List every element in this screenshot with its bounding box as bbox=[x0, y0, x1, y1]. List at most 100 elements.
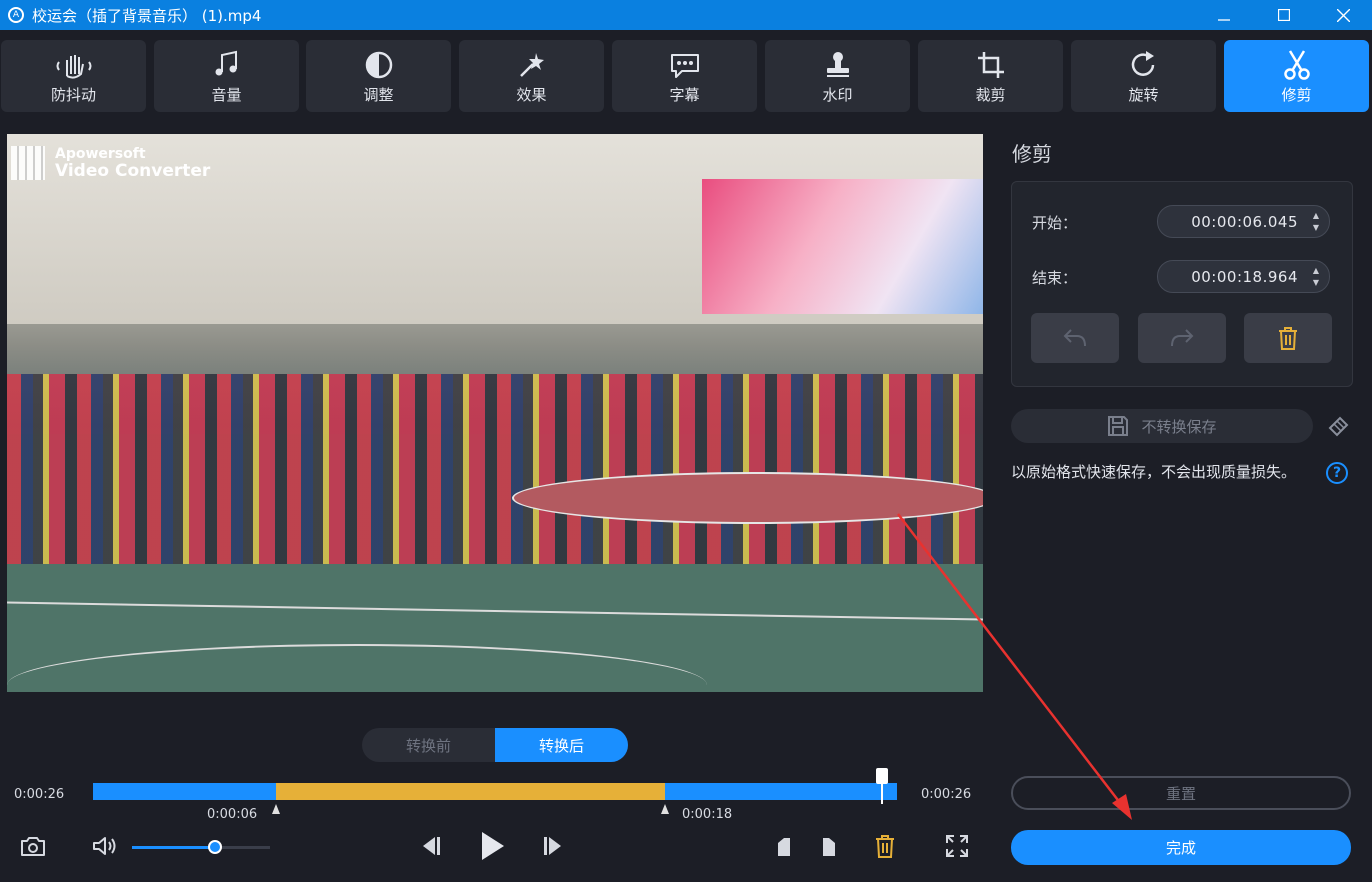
film-strip-icon bbox=[11, 146, 45, 180]
previous-frame-button[interactable] bbox=[416, 832, 444, 860]
total-time: 0:00:26 bbox=[921, 787, 972, 802]
mark-in-icon bbox=[778, 838, 790, 856]
tab-effects[interactable]: 效果 bbox=[459, 40, 604, 112]
tab-subtitles[interactable]: 字幕 bbox=[612, 40, 757, 112]
volume-button[interactable] bbox=[90, 832, 120, 860]
tab-label: 水印 bbox=[822, 85, 853, 104]
minimize-button[interactable] bbox=[1194, 0, 1254, 30]
mark-out-icon bbox=[823, 838, 835, 856]
step-forward-icon bbox=[544, 837, 561, 855]
tab-adjust[interactable]: 调整 bbox=[306, 40, 451, 112]
camera-icon bbox=[21, 837, 45, 856]
volume-slider-knob[interactable] bbox=[207, 840, 222, 854]
start-marker-time: 0:00:06 bbox=[207, 807, 258, 822]
close-button[interactable] bbox=[1313, 0, 1372, 30]
window-title: 校运会（插了背景音乐） (1).mp4 bbox=[32, 6, 262, 25]
brush-settings-button[interactable] bbox=[1326, 413, 1352, 439]
magic-wand-icon bbox=[519, 52, 544, 77]
video-scene-court-circle bbox=[512, 472, 983, 524]
done-button[interactable]: 完成 bbox=[1011, 830, 1351, 865]
delete-segment-button[interactable] bbox=[872, 831, 898, 861]
music-note-icon bbox=[215, 50, 237, 75]
maximize-button[interactable] bbox=[1254, 0, 1314, 30]
timeline-track[interactable] bbox=[93, 783, 897, 800]
stabilize-hand-icon bbox=[56, 54, 91, 79]
snapshot-button[interactable] bbox=[18, 832, 48, 860]
edit-toolbar: 防抖动 音量 调整 效果 字幕 水印 裁剪 旋转 修剪 bbox=[0, 38, 1372, 114]
undo-icon bbox=[1063, 329, 1086, 347]
start-label: 开始： bbox=[1032, 214, 1078, 232]
spinner-arrows-icon[interactable]: ▲ ▼ bbox=[1313, 265, 1319, 289]
trash-icon bbox=[1279, 327, 1297, 350]
stamp-icon bbox=[826, 51, 849, 77]
end-marker-time: 0:00:18 bbox=[682, 807, 733, 822]
playhead-handle[interactable] bbox=[876, 768, 888, 784]
video-scene-crowd bbox=[7, 374, 983, 564]
trim-start-handle[interactable] bbox=[272, 804, 281, 814]
rotate-icon bbox=[1131, 50, 1154, 76]
preview-toggle: 转换前 转换后 bbox=[362, 728, 628, 762]
help-icon[interactable]: ? bbox=[1326, 462, 1348, 484]
volume-slider-fill bbox=[132, 846, 215, 849]
start-time-value: 00:00:06.045 bbox=[1191, 212, 1298, 231]
fullscreen-button[interactable] bbox=[943, 832, 971, 860]
minimize-icon bbox=[1218, 19, 1230, 21]
end-label: 结束： bbox=[1032, 269, 1078, 287]
watermark-line1: Apowersoft bbox=[55, 146, 146, 162]
redo-icon bbox=[1171, 329, 1194, 347]
tab-volume[interactable]: 音量 bbox=[154, 40, 299, 112]
tab-label: 效果 bbox=[516, 85, 547, 104]
maximize-icon bbox=[1278, 9, 1290, 21]
speaker-icon bbox=[93, 837, 116, 855]
tab-trim[interactable]: 修剪 bbox=[1224, 40, 1369, 112]
play-button[interactable] bbox=[476, 829, 508, 863]
close-icon bbox=[1336, 8, 1350, 22]
trash-icon bbox=[876, 835, 894, 858]
end-time-value: 00:00:18.964 bbox=[1191, 267, 1298, 286]
save-without-convert-button[interactable]: 不转换保存 bbox=[1011, 409, 1313, 443]
watermark-line2: Video Converter bbox=[55, 161, 211, 181]
tab-label: 防抖动 bbox=[50, 85, 96, 104]
end-time-spinner[interactable]: 00:00:18.964 ▲ ▼ bbox=[1157, 260, 1330, 293]
app-logo-icon: A bbox=[8, 7, 24, 23]
fullscreen-icon bbox=[946, 835, 968, 857]
reset-button[interactable]: 重置 bbox=[1011, 776, 1351, 810]
scissors-icon bbox=[1283, 49, 1310, 80]
tab-label: 字幕 bbox=[669, 85, 700, 104]
clear-button[interactable] bbox=[1244, 313, 1332, 363]
video-preview[interactable]: Apowersoft Video Converter bbox=[7, 134, 983, 692]
set-start-button[interactable] bbox=[774, 835, 794, 859]
redo-button[interactable] bbox=[1138, 313, 1226, 363]
play-icon bbox=[482, 832, 504, 860]
brush-icon bbox=[1328, 416, 1349, 437]
start-time-spinner[interactable]: 00:00:06.045 ▲ ▼ bbox=[1157, 205, 1330, 238]
crop-icon bbox=[977, 51, 1004, 78]
undo-button[interactable] bbox=[1031, 313, 1119, 363]
next-frame-button[interactable] bbox=[540, 832, 568, 860]
tab-stabilize[interactable]: 防抖动 bbox=[1, 40, 146, 112]
current-time: 0:00:26 bbox=[14, 787, 65, 802]
toggle-before[interactable]: 转换前 bbox=[362, 728, 495, 762]
floppy-disk-icon bbox=[1108, 416, 1129, 436]
tab-label: 裁剪 bbox=[975, 85, 1006, 104]
title-bar: A 校运会（插了背景音乐） (1).mp4 bbox=[0, 0, 1372, 30]
set-end-button[interactable] bbox=[819, 835, 839, 859]
tab-label: 调整 bbox=[363, 85, 394, 104]
tab-crop[interactable]: 裁剪 bbox=[918, 40, 1063, 112]
tab-label: 修剪 bbox=[1281, 85, 1312, 104]
speech-bubble-icon bbox=[670, 53, 699, 78]
save-label: 不转换保存 bbox=[1141, 417, 1217, 436]
panel-title: 修剪 bbox=[1012, 142, 1052, 166]
tab-rotate[interactable]: 旋转 bbox=[1071, 40, 1216, 112]
video-scene-banner bbox=[702, 179, 983, 314]
watermark: Apowersoft Video Converter bbox=[11, 146, 210, 180]
trim-end-handle[interactable] bbox=[661, 804, 670, 814]
tab-watermark[interactable]: 水印 bbox=[765, 40, 910, 112]
playhead-line bbox=[881, 782, 883, 804]
toggle-after[interactable]: 转换后 bbox=[495, 728, 628, 762]
tab-label: 旋转 bbox=[1128, 85, 1159, 104]
tab-label: 音量 bbox=[211, 85, 242, 104]
trim-selection[interactable] bbox=[276, 783, 666, 800]
spinner-arrows-icon[interactable]: ▲ ▼ bbox=[1313, 210, 1319, 234]
quick-save-note: 以原始格式快速保存，不会出现质量损失。 bbox=[1011, 463, 1297, 481]
